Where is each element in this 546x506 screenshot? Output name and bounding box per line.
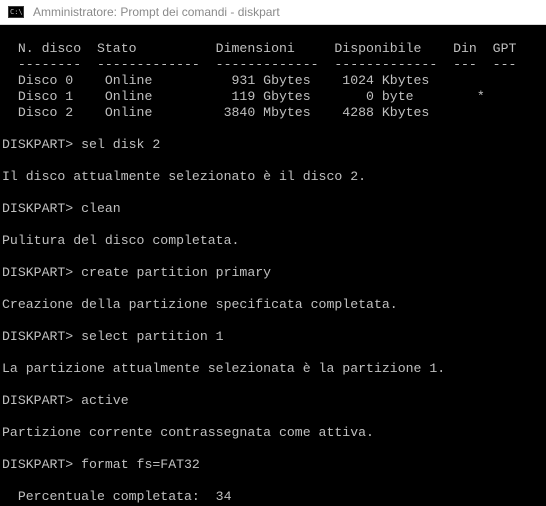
command-sel-disk: DISKPART> sel disk 2 bbox=[2, 137, 161, 152]
disk-row-0: Disco 0 Online 931 Gbytes 1024 Kbytes bbox=[2, 73, 430, 88]
output-sel-disk: Il disco attualmente selezionato è il di… bbox=[2, 169, 367, 184]
command-clean: DISKPART> clean bbox=[2, 201, 121, 216]
console-output[interactable]: N. disco Stato Dimensioni Disponibile Di… bbox=[0, 25, 546, 506]
output-create-partition: Creazione della partizione specificata c… bbox=[2, 297, 398, 312]
output-active: Partizione corrente contrassegnata come … bbox=[2, 425, 374, 440]
title-bar[interactable]: C:\ Amministratore: Prompt dei comandi -… bbox=[0, 0, 546, 25]
command-format: DISKPART> format fs=FAT32 bbox=[2, 457, 200, 472]
command-active: DISKPART> active bbox=[2, 393, 129, 408]
command-create-partition: DISKPART> create partition primary bbox=[2, 265, 272, 280]
window-title: Amministratore: Prompt dei comandi - dis… bbox=[33, 5, 280, 19]
disk-row-1: Disco 1 Online 119 Gbytes 0 byte * bbox=[2, 89, 485, 104]
disk-list-header: N. disco Stato Dimensioni Disponibile Di… bbox=[2, 41, 517, 56]
output-select-partition: La partizione attualmente selezionata è … bbox=[2, 361, 446, 376]
cmd-icon[interactable]: C:\ bbox=[8, 6, 24, 18]
cmd-icon-glyph: C:\ bbox=[10, 8, 23, 16]
command-select-partition: DISKPART> select partition 1 bbox=[2, 329, 224, 344]
disk-list-separator: -------- ------------- ------------- ---… bbox=[2, 57, 517, 72]
format-progress: Percentuale completata: 34 bbox=[2, 489, 232, 504]
output-clean: Pulitura del disco completata. bbox=[2, 233, 240, 248]
disk-row-2: Disco 2 Online 3840 Mbytes 4288 Kbytes bbox=[2, 105, 430, 120]
